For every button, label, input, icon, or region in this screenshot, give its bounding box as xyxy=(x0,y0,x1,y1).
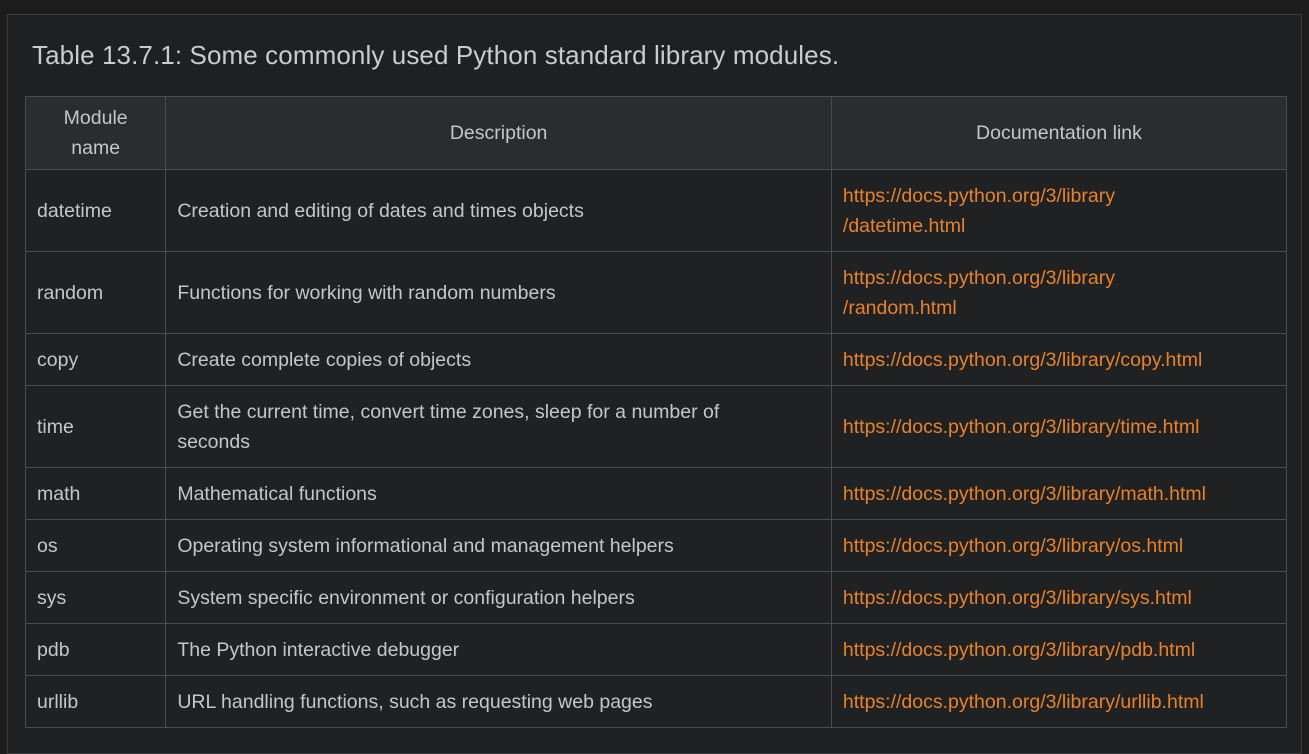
documentation-link-cell: https://docs.python.org/3/library/sys.ht… xyxy=(830,571,1288,624)
documentation-link-cell: https://docs.python.org/3/library /datet… xyxy=(830,169,1288,252)
documentation-link[interactable]: https://docs.python.org/3/library/time.h… xyxy=(843,416,1200,438)
module-name-cell: math xyxy=(24,467,167,520)
module-name-cell: copy xyxy=(24,333,167,386)
documentation-link-cell: https://docs.python.org/3/library/time.h… xyxy=(830,385,1288,468)
table-row: copy Create complete copies of objects h… xyxy=(24,333,1288,386)
header-documentation-link: Documentation link xyxy=(830,96,1288,170)
description-cell: Get the current time, convert time zones… xyxy=(165,385,832,468)
module-name-cell: sys xyxy=(24,571,167,624)
module-name-cell: datetime xyxy=(24,169,167,252)
description-cell: System specific environment or configura… xyxy=(165,571,832,624)
description-cell: Creation and editing of dates and times … xyxy=(165,169,832,252)
header-description: Description xyxy=(165,96,832,170)
table-row: time Get the current time, convert time … xyxy=(24,385,1288,468)
module-name-cell: pdb xyxy=(24,623,167,676)
documentation-link[interactable]: https://docs.python.org/3/library /rando… xyxy=(843,267,1115,319)
documentation-link[interactable]: https://docs.python.org/3/library/copy.h… xyxy=(843,349,1202,371)
documentation-link-cell: https://docs.python.org/3/library/pdb.ht… xyxy=(830,623,1288,676)
header-module-name: Module name xyxy=(24,96,167,170)
documentation-link-cell: https://docs.python.org/3/library/copy.h… xyxy=(830,333,1288,386)
table-row: urllib URL handling functions, such as r… xyxy=(24,675,1288,728)
modules-table: Module name Description Documentation li… xyxy=(24,96,1288,728)
description-cell: URL handling functions, such as requesti… xyxy=(165,675,832,728)
table-row: math Mathematical functions https://docs… xyxy=(24,467,1288,520)
table-row: os Operating system informational and ma… xyxy=(24,519,1288,572)
documentation-link[interactable]: https://docs.python.org/3/library/sys.ht… xyxy=(843,587,1192,609)
link-text-line2: /datetime.html xyxy=(842,214,966,237)
documentation-link[interactable]: https://docs.python.org/3/library/pdb.ht… xyxy=(843,639,1195,661)
link-text-line2: /random.html xyxy=(842,296,957,319)
documentation-link-cell: https://docs.python.org/3/library /rando… xyxy=(830,251,1288,334)
table-caption: Table 13.7.1: Some commonly used Python … xyxy=(32,40,840,70)
table-row: pdb The Python interactive debugger http… xyxy=(24,623,1288,676)
documentation-link-cell: https://docs.python.org/3/library/math.h… xyxy=(830,467,1288,520)
module-name-cell: random xyxy=(24,251,167,334)
link-text-line1: https://docs.python.org/3/library xyxy=(842,184,1115,207)
documentation-link[interactable]: https://docs.python.org/3/library/urllib… xyxy=(843,691,1204,713)
description-cell: Operating system informational and manag… xyxy=(165,519,832,572)
documentation-link[interactable]: https://docs.python.org/3/library/os.htm… xyxy=(843,535,1183,557)
link-text-line1: https://docs.python.org/3/library xyxy=(842,266,1115,289)
table-header-row: Module name Description Documentation li… xyxy=(24,96,1288,170)
documentation-link[interactable]: https://docs.python.org/3/library /datet… xyxy=(843,185,1115,237)
table-row: sys System specific environment or confi… xyxy=(24,571,1288,624)
documentation-link-cell: https://docs.python.org/3/library/os.htm… xyxy=(830,519,1288,572)
description-cell: Mathematical functions xyxy=(165,467,832,520)
module-name-cell: time xyxy=(24,385,167,468)
description-cell: The Python interactive debugger xyxy=(165,623,832,676)
description-cell: Create complete copies of objects xyxy=(165,333,832,386)
module-name-cell: urllib xyxy=(24,675,167,728)
module-name-cell: os xyxy=(24,519,167,572)
documentation-link-cell: https://docs.python.org/3/library/urllib… xyxy=(830,675,1288,728)
documentation-link[interactable]: https://docs.python.org/3/library/math.h… xyxy=(843,483,1206,505)
table-row: datetime Creation and editing of dates a… xyxy=(24,169,1288,252)
table-row: random Functions for working with random… xyxy=(24,251,1288,334)
table-container: Table 13.7.1: Some commonly used Python … xyxy=(7,14,1302,754)
description-cell: Functions for working with random number… xyxy=(165,251,832,334)
